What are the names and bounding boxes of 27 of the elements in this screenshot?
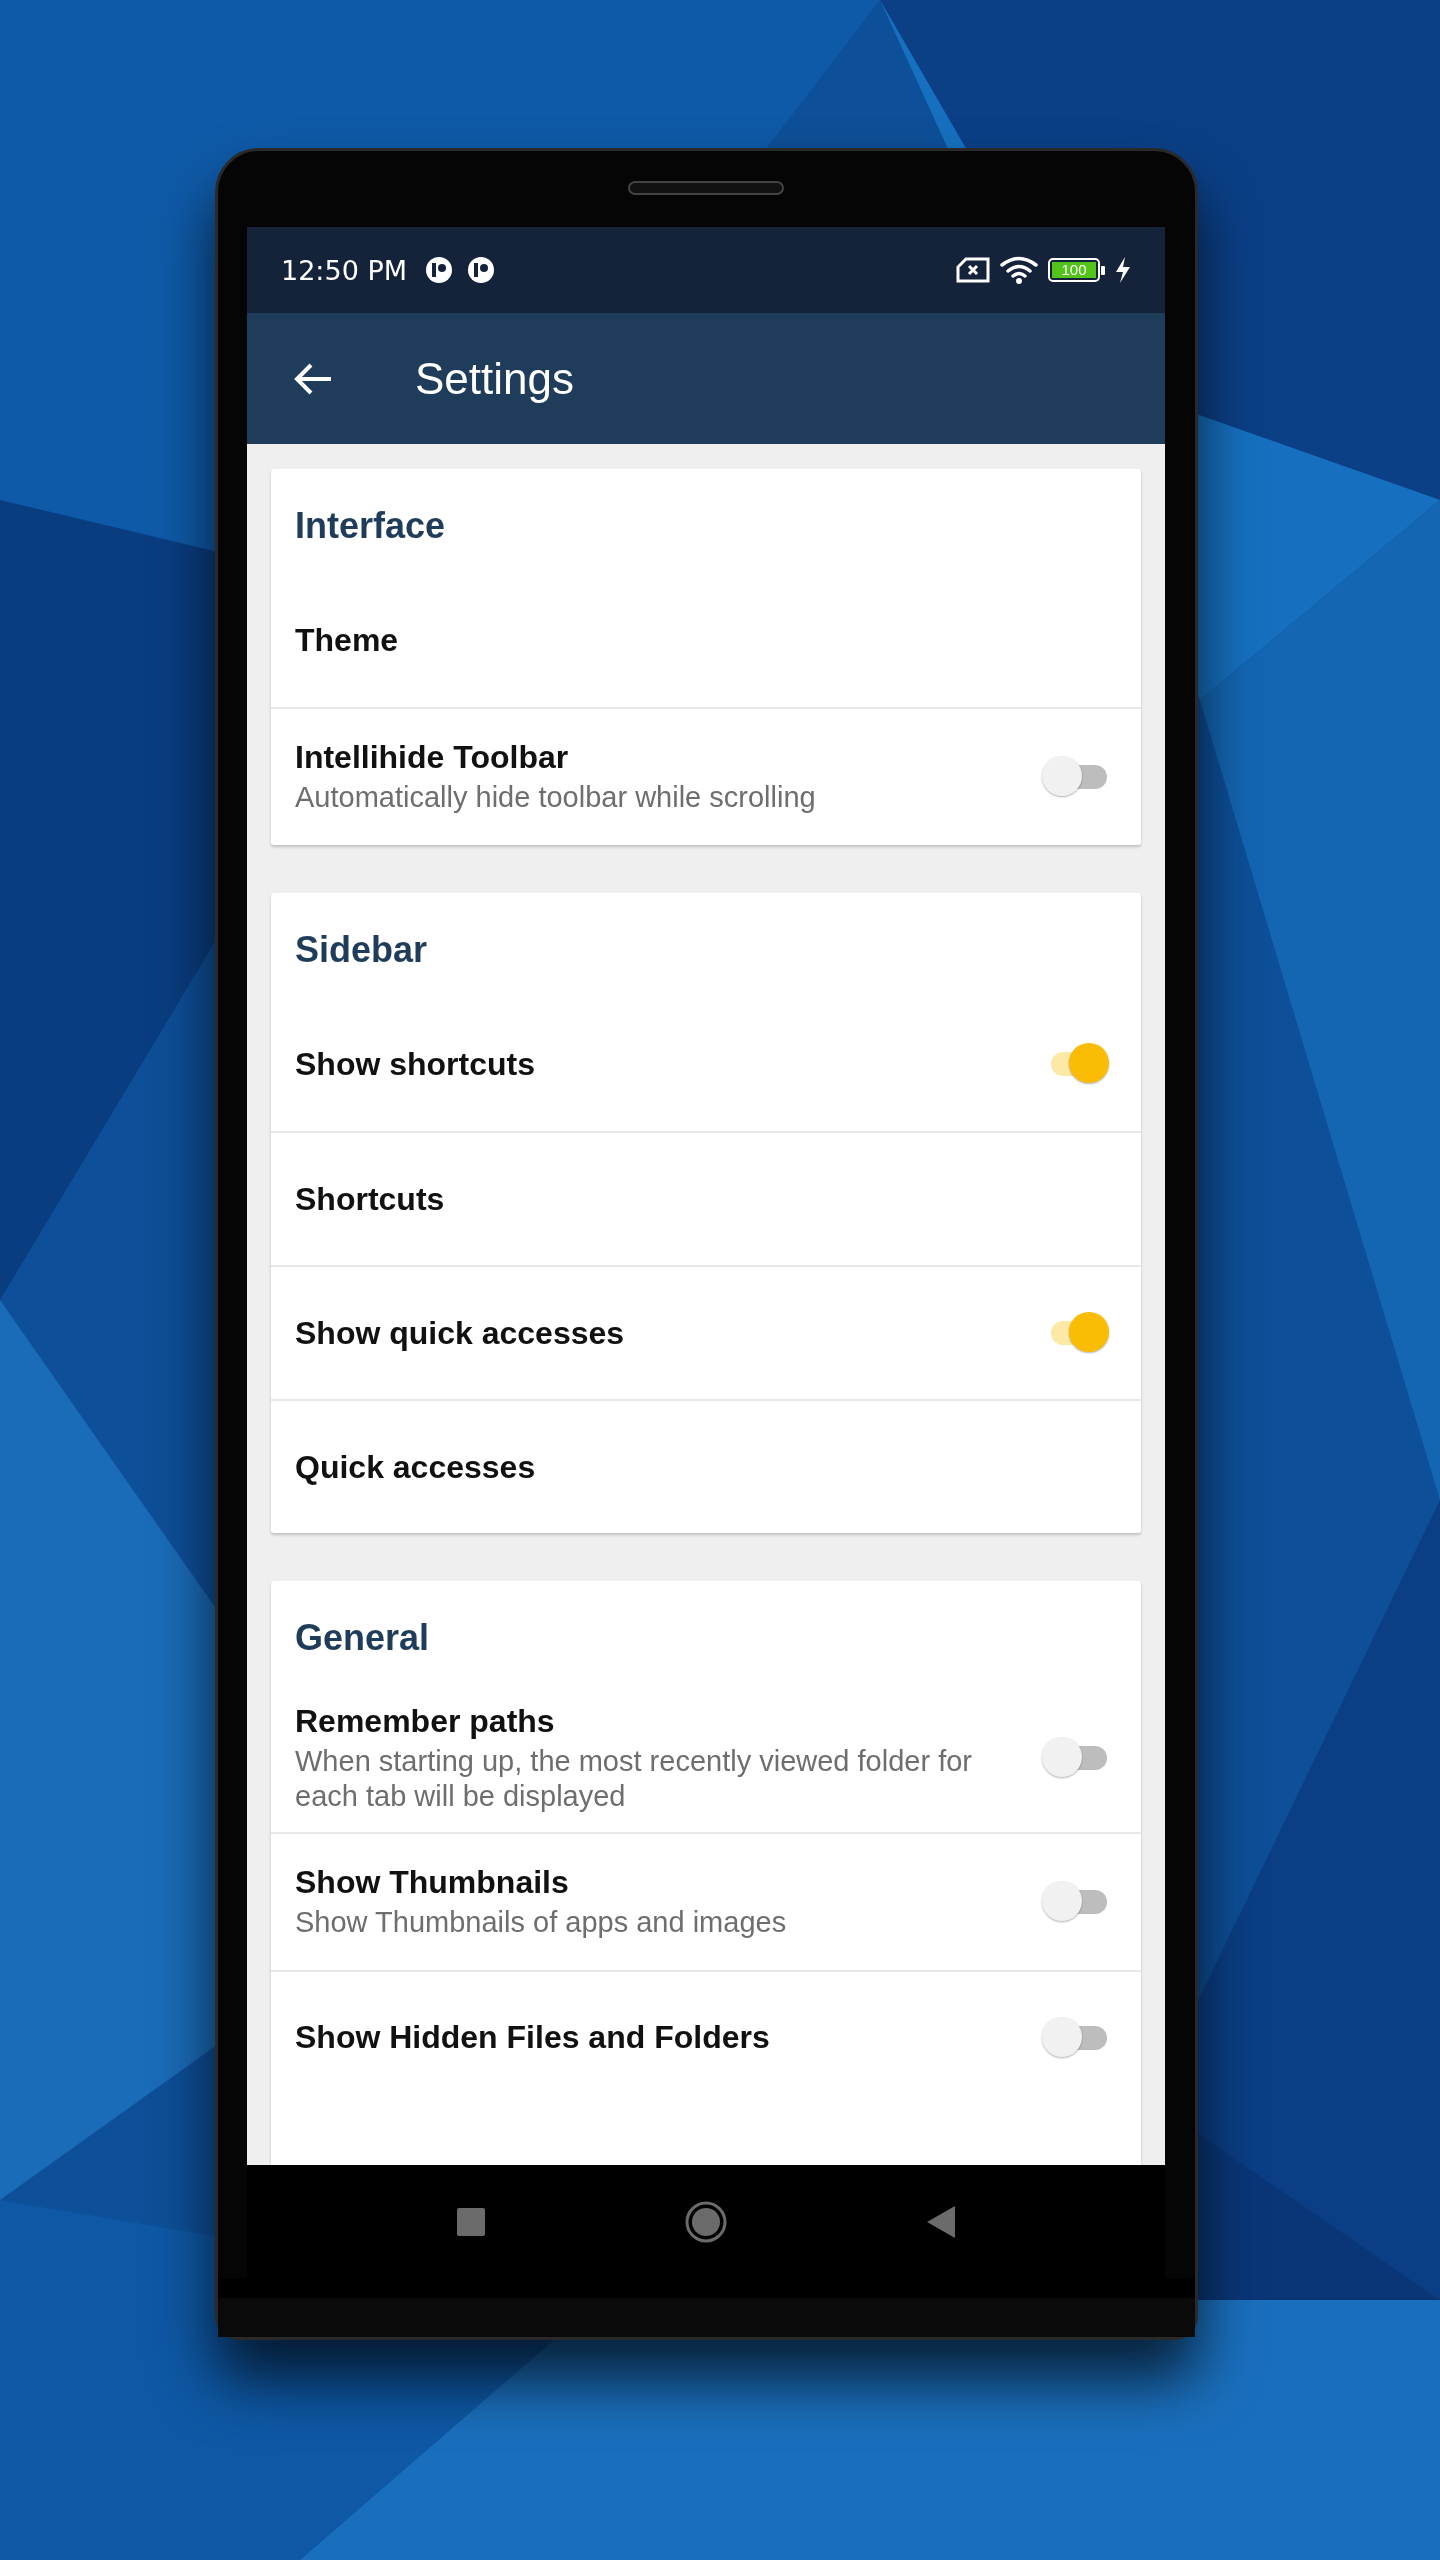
setting-title: Show Hidden Files and Folders bbox=[295, 2019, 771, 2057]
charging-bolt-icon bbox=[1115, 257, 1131, 283]
status-time: 12:50 PM bbox=[281, 254, 407, 286]
sim-card-x-icon bbox=[956, 257, 990, 283]
setting-title: Intellihide Toolbar bbox=[295, 739, 570, 777]
back-arrow-icon[interactable] bbox=[293, 361, 333, 396]
setting-title: Show Thumbnails bbox=[295, 1863, 570, 1901]
recents-icon[interactable] bbox=[457, 2207, 485, 2236]
setting-title[interactable]: Theme bbox=[295, 621, 1111, 659]
wifi-icon bbox=[1000, 256, 1038, 284]
speaker-grille-icon bbox=[628, 181, 784, 195]
section-heading: Interface bbox=[294, 504, 447, 548]
screen-title: Settings bbox=[415, 353, 574, 404]
section-heading: Sidebar bbox=[294, 928, 429, 972]
setting-description: Automatically hide toolbar while scrolling bbox=[295, 780, 817, 815]
notification-icon bbox=[425, 256, 453, 284]
setting-description: Show Thumbnails of apps and images bbox=[295, 1904, 788, 1940]
back-icon[interactable] bbox=[927, 2205, 955, 2238]
section-heading: General bbox=[294, 1616, 431, 1660]
notification-icon bbox=[467, 256, 495, 284]
setting-description: When starting up, the most recently viewed folder for each tab will be displayed bbox=[295, 1744, 973, 1814]
setting-title[interactable]: Quick accesses bbox=[295, 1448, 1111, 1486]
setting-title: Show shortcuts bbox=[295, 1045, 536, 1083]
setting-title: Show quick accesses bbox=[295, 1314, 626, 1352]
setting-title: Remember paths bbox=[295, 1703, 556, 1740]
home-icon[interactable] bbox=[685, 2200, 727, 2243]
setting-title[interactable]: Shortcuts bbox=[295, 1180, 1111, 1218]
